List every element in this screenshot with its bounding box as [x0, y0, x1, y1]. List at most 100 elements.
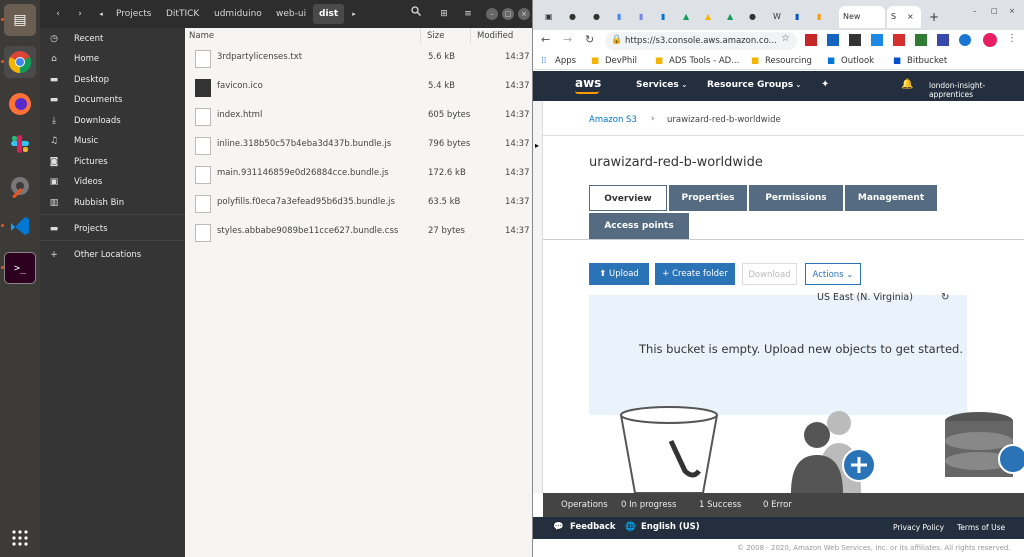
drive-tab-icon[interactable]: ▲ [705, 6, 719, 28]
sidebar-item-pictures[interactable]: ◙ Pictures [40, 152, 185, 172]
extension-icon[interactable] [805, 34, 817, 46]
minimize-button[interactable]: – [973, 4, 987, 18]
extension-icon[interactable] [827, 34, 839, 46]
extension-icon[interactable] [849, 34, 861, 46]
menu-icon[interactable]: ≡ [458, 4, 478, 24]
sidebar-item-music[interactable]: ♫ Music [40, 131, 185, 151]
side-panel-toggle[interactable]: ▸ [533, 101, 543, 493]
breadcrumb-projects[interactable]: Projects [110, 4, 157, 24]
settings-icon[interactable] [4, 170, 36, 202]
reload-icon[interactable]: ↻ [585, 33, 594, 46]
terminal-icon[interactable]: >_ [4, 252, 36, 284]
tab-properties[interactable]: Properties [669, 185, 747, 211]
tab-permissions[interactable]: Permissions [749, 185, 843, 211]
sidebar-item-documents[interactable]: ▬ Documents [40, 90, 185, 110]
sidebar-item-rubbish-bin[interactable]: ▥ Rubbish Bin [40, 193, 185, 213]
breadcrumb-amazon-s3[interactable]: Amazon S3 [589, 115, 637, 125]
slack-icon[interactable] [4, 128, 36, 160]
bell-icon[interactable]: 🔔 [901, 79, 913, 90]
forward-arrow-icon[interactable]: → [563, 33, 572, 46]
drive-tab-icon[interactable]: ▲ [727, 6, 741, 28]
file-row[interactable]: index.html 605 bytes 14:37 [185, 102, 532, 131]
vscode-icon[interactable] [4, 210, 36, 242]
file-row[interactable]: 3rdpartylicenses.txt 5.6 kB 14:37 [185, 44, 532, 73]
extension-icon[interactable] [893, 34, 905, 46]
file-row[interactable]: polyfills.f0eca7a3efead95b6d35.bundle.js… [185, 189, 532, 218]
column-header-modified[interactable]: Modified [471, 28, 532, 44]
github-tab-icon[interactable]: ● [749, 6, 763, 28]
file-row[interactable]: styles.abbabe9089be11cce627.bundle.css 27… [185, 218, 532, 247]
sidebar-item-desktop[interactable]: ▬ Desktop [40, 70, 185, 90]
refresh-icon[interactable]: ↻ [941, 292, 949, 303]
tab-management[interactable]: Management [845, 185, 937, 211]
back-arrow-icon[interactable]: ← [541, 33, 550, 46]
teams-tab-icon[interactable]: ▮ [639, 6, 653, 28]
tab-icon[interactable]: ▣ [545, 6, 559, 28]
more-menu-icon[interactable]: ⋮ [1007, 33, 1017, 44]
terms-of-use-link[interactable]: Terms of Use [957, 523, 1005, 532]
sidebar-item-projects[interactable]: ▬ Projects [40, 219, 185, 239]
actions-dropdown[interactable]: Actions ⌄ [805, 263, 861, 285]
tab-new[interactable]: New [839, 6, 885, 28]
docs-tab-icon[interactable]: ▮ [617, 6, 631, 28]
breadcrumb-web-ui[interactable]: web-ui [270, 4, 312, 24]
breadcrumb-dist[interactable]: dist [313, 4, 345, 24]
address-bar[interactable]: 🔒 https://s3.console.aws.amazon.co... [605, 32, 797, 50]
jira-tab-icon[interactable]: ▮ [795, 6, 809, 28]
file-row[interactable]: inline.318b50c57b4eba3d437b.bundle.js 796… [185, 131, 532, 160]
github-tab-icon[interactable]: ● [569, 6, 583, 28]
sidebar-item-home[interactable]: ⌂ Home [40, 49, 185, 69]
bookmark-devphil[interactable]: DevPhil [605, 54, 637, 68]
sidebar-item-recent[interactable]: ◷ Recent [40, 29, 185, 49]
account-menu[interactable]: london-insight-apprentices [929, 81, 1024, 99]
language-selector[interactable]: English (US) [641, 522, 700, 532]
privacy-policy-link[interactable]: Privacy Policy [893, 523, 944, 532]
bookmark-star-icon[interactable]: ☆ [781, 33, 790, 44]
maximize-button[interactable]: □ [502, 8, 514, 20]
extension-icon[interactable] [959, 34, 971, 46]
aws-tab-icon[interactable]: ▮ [817, 6, 831, 28]
column-header-size[interactable]: Size [421, 28, 471, 44]
bookmark-outlook[interactable]: Outlook [841, 54, 874, 68]
create-folder-button[interactable]: + Create folder [655, 263, 735, 285]
column-header-name[interactable]: Name [185, 28, 421, 44]
breadcrumb-ditick[interactable]: DitTICK [160, 4, 205, 24]
aws-logo[interactable]: aws [575, 76, 601, 90]
minimize-button[interactable]: – [486, 8, 498, 20]
files-app-icon[interactable]: ▤ [4, 4, 36, 36]
show-apps-grid-icon[interactable] [4, 522, 36, 554]
operations-label[interactable]: Operations [561, 500, 608, 510]
bookmark-resourcing[interactable]: Resourcing [765, 54, 812, 68]
extension-icon[interactable] [937, 34, 949, 46]
upload-button[interactable]: ⬆ Upload [589, 263, 649, 285]
file-row[interactable]: main.931146859e0d26884cce.bundle.js 172.6… [185, 160, 532, 189]
bookmark-apps[interactable]: Apps [555, 54, 576, 68]
download-button[interactable]: Download [742, 263, 797, 285]
view-grid-icon[interactable]: ⊞ [434, 4, 454, 24]
search-icon[interactable] [406, 4, 426, 24]
maximize-button[interactable]: □ [991, 4, 1005, 18]
outlook-tab-icon[interactable]: ▮ [661, 6, 675, 28]
path-right-arrow-icon[interactable]: ▸ [347, 4, 361, 24]
github-tab-icon[interactable]: ● [593, 6, 607, 28]
drive-tab-icon[interactable]: ▲ [683, 6, 697, 28]
tab-access-points[interactable]: Access points [589, 213, 689, 239]
close-button[interactable]: × [518, 8, 530, 20]
resource-groups-menu[interactable]: Resource Groups [707, 80, 793, 90]
bookmark-bitbucket[interactable]: Bitbucket [907, 54, 947, 68]
sidebar-item-downloads[interactable]: ⤓ Downloads [40, 111, 185, 131]
file-row[interactable]: favicon.ico 5.4 kB 14:37 [185, 73, 532, 102]
close-button[interactable]: × [1009, 4, 1023, 18]
profile-avatar[interactable] [983, 33, 997, 47]
path-left-arrow-icon[interactable]: ◂ [94, 4, 108, 24]
services-menu[interactable]: Services [636, 80, 679, 90]
pin-icon[interactable]: ✦ [821, 79, 829, 90]
extension-icon[interactable] [871, 34, 883, 46]
sidebar-item-videos[interactable]: ▣ Videos [40, 172, 185, 192]
bookmark-ads-tools[interactable]: ADS Tools - AD... [669, 54, 739, 68]
feedback-link[interactable]: Feedback [570, 522, 616, 532]
sidebar-item-other-locations[interactable]: + Other Locations [40, 245, 185, 265]
forward-button[interactable]: › [70, 4, 90, 24]
tab-overview[interactable]: Overview [589, 185, 667, 211]
firefox-icon[interactable] [4, 88, 36, 120]
